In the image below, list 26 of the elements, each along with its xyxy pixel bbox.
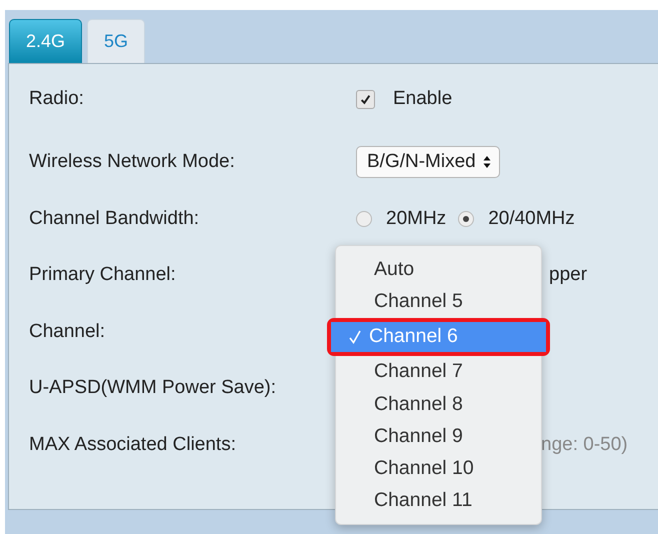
menu-option[interactable]: Channel 10 (336, 452, 541, 485)
menu-option[interactable]: Auto (336, 253, 541, 286)
check-icon (349, 330, 361, 344)
updown-icon (482, 155, 491, 170)
field-label: Channel: (29, 320, 106, 342)
field-label: U-APSD(WMM Power Save): (29, 377, 276, 398)
field-label: Primary Channel: (29, 264, 176, 286)
check-icon (360, 94, 371, 104)
checkbox[interactable] (356, 90, 375, 108)
radio-label: 20/40MHz (488, 208, 575, 230)
field-label: Wireless Network Mode: (29, 151, 235, 172)
field-label: Radio: (29, 88, 84, 109)
radio-button[interactable] (458, 210, 474, 227)
menu-option[interactable]: Channel 11 (336, 484, 541, 518)
radio-label: 20MHz (386, 208, 446, 230)
mode-select[interactable]: B/G/N-Mixed (356, 146, 500, 178)
field-value: nge: 0-50) (541, 434, 628, 456)
menu-option[interactable]: Channel 9 (336, 420, 541, 452)
field-label: MAX Associated Clients: (29, 434, 236, 455)
menu-option[interactable]: Channel 7 (336, 356, 541, 388)
field-value: pper (549, 264, 588, 286)
menu-option[interactable]: Channel 8 (336, 388, 541, 420)
field-label: Channel Bandwidth: (29, 208, 200, 229)
checkbox-label: Enable (393, 88, 452, 110)
radio-button[interactable] (356, 210, 372, 227)
menu-option[interactable]: Channel 5 (336, 285, 541, 318)
